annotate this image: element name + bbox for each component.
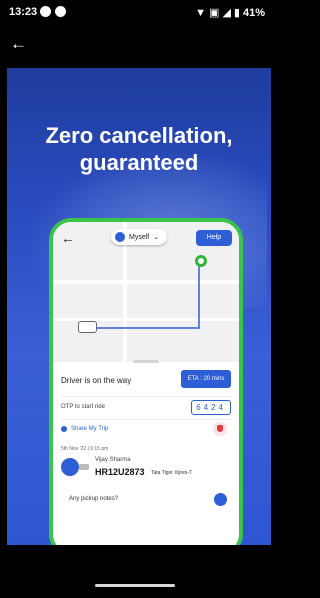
driver-name: Vijay Sharma [95,457,131,463]
home-gesture-pill[interactable] [95,584,175,587]
battery-level: 41% [242,6,265,19]
pickup-notes-placeholder: Any pickup notes? [69,496,119,502]
play-icon [40,6,51,17]
otp-value: 6424 [191,400,231,415]
driver-avatar [61,458,79,476]
battery-icon: ▮ [233,7,240,19]
sheet-handle[interactable] [133,360,159,363]
eta-badge: ETA : 20 mins [181,370,231,388]
hd-icon: ▣ [209,7,220,19]
call-driver-icon[interactable] [214,493,227,506]
status-bar: 13:23 ▼ ▣ ◢ ▮ 41% [0,0,271,26]
vehicle-plate: HR12U2873 [95,467,145,477]
signal-icon: ◢ [222,7,231,19]
wifi-icon: ▼ [195,6,207,19]
promo-banner: Zero cancellation, guaranteed ← Myself ⌄… [7,68,271,545]
share-trip-label: Share My Trip [71,426,109,432]
headline-line-1: Zero cancellation, [45,123,233,148]
driver-status: Driver is on the way [61,376,132,385]
car-location-icon [78,321,97,333]
map-back-arrow-icon[interactable]: ← [61,230,75,246]
status-icons: ▼ ▣ ◢ ▮ 41% [195,6,265,20]
share-trip-link[interactable]: Share My Trip [61,426,108,432]
circle-icon [55,6,66,17]
help-button[interactable]: Help [196,230,232,246]
top-bar: ← [0,26,271,68]
user-avatar-icon [115,232,125,242]
vehicle-model: Tata Tigor Xpres-T [151,470,193,476]
system-nav-bar [0,545,271,598]
safety-shield-icon[interactable] [213,422,227,436]
car-thumbnail-icon [79,464,89,470]
otp-label: OTP to start ride [61,404,105,410]
pickup-notes-input[interactable]: Any pickup notes? [61,490,231,510]
trip-sheet: Driver is on the way ETA : 20 mins OTP t… [53,360,239,545]
phone-mockup: ← Myself ⌄ Help Driver is on the way ETA… [49,218,243,545]
destination-pin-icon [195,255,207,267]
map-view: ← Myself ⌄ Help [53,222,239,362]
rider-selector-label: Myself [129,233,150,241]
back-arrow-icon[interactable]: ← [10,34,27,54]
chevron-down-icon: ⌄ [153,234,160,241]
headline-line-2: guaranteed [79,150,199,175]
share-icon [61,426,67,432]
promo-headline: Zero cancellation, guaranteed [7,122,271,176]
trip-date: 5th Nov '22 | 6:15 pm [61,446,109,452]
otp-row: OTP to start ride 6424 [61,396,231,420]
rider-selector[interactable]: Myself ⌄ [111,229,168,245]
clock: 13:23 [9,6,38,18]
